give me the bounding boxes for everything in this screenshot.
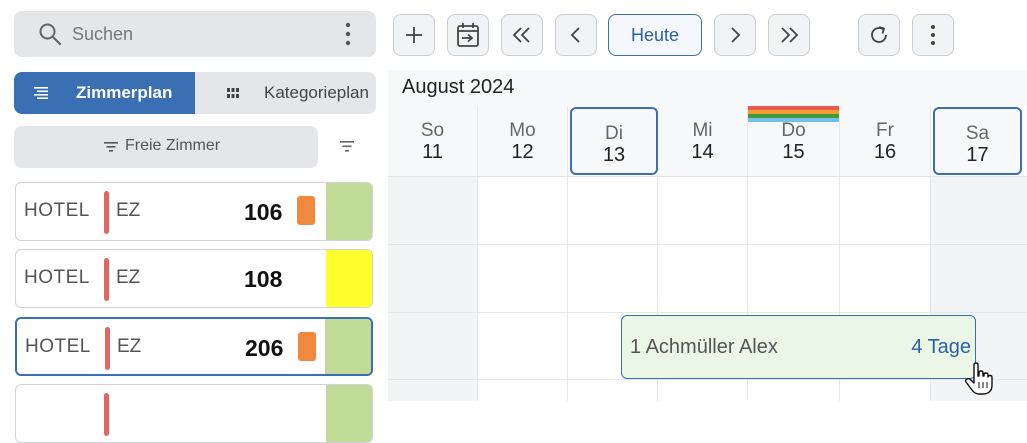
fast-back-button[interactable] xyxy=(501,14,543,56)
room-number: 206 xyxy=(245,335,284,361)
divider xyxy=(388,244,1027,245)
calendar-arrow-icon xyxy=(457,23,479,47)
room-color-bar xyxy=(104,258,109,301)
room-hotel: HOTEL xyxy=(24,267,90,288)
fast-forward-button[interactable] xyxy=(768,14,810,56)
grid-icon xyxy=(227,88,239,98)
day-column[interactable] xyxy=(478,176,568,401)
divider xyxy=(388,379,1027,380)
day-header-thursday[interactable]: Do 15 xyxy=(748,106,840,176)
day-date: 17 xyxy=(966,144,989,166)
list-icon xyxy=(34,87,48,99)
day-header-monday[interactable]: Mo 12 xyxy=(478,106,568,176)
day-name: Di xyxy=(605,123,623,144)
chevron-right-icon xyxy=(731,27,741,43)
room-status xyxy=(326,385,372,442)
goto-date-button[interactable] xyxy=(447,14,489,56)
day-header-wednesday[interactable]: Mi 14 xyxy=(658,106,748,176)
month-label: August 2024 xyxy=(402,76,515,98)
room-hotel: HOTEL xyxy=(24,200,90,221)
day-name: Mo xyxy=(509,120,536,141)
day-name: Do xyxy=(781,120,806,141)
room-category: EZ xyxy=(117,336,142,357)
day-date: 13 xyxy=(602,144,626,166)
divider xyxy=(388,176,1027,177)
more-vertical-icon[interactable] xyxy=(344,21,352,47)
booking-block[interactable]: 1 Achmüller Alex 4 Tage xyxy=(621,315,976,379)
room-row-selected[interactable]: HOTEL EZ 206 xyxy=(15,317,373,376)
today-button[interactable]: Heute xyxy=(608,14,702,56)
add-button[interactable] xyxy=(393,14,435,56)
refresh-button[interactable] xyxy=(858,14,900,56)
day-header-tuesday[interactable]: Di 13 xyxy=(570,107,658,175)
day-date: 16 xyxy=(873,141,897,163)
room-row[interactable] xyxy=(15,384,373,443)
room-status xyxy=(326,183,372,240)
day-date: 14 xyxy=(691,141,714,163)
search-box[interactable]: Suchen xyxy=(14,11,376,57)
more-vertical-icon xyxy=(931,25,935,45)
booking-duration: 4 Tage xyxy=(911,336,971,358)
double-chevron-right-icon xyxy=(781,27,799,43)
room-status xyxy=(325,319,371,374)
booking-guest: 1 Achmüller Alex xyxy=(630,336,778,358)
more-button[interactable] xyxy=(912,14,954,56)
room-color-bar xyxy=(105,327,110,370)
day-header-sunday[interactable]: So 11 xyxy=(388,106,478,176)
double-chevron-left-icon xyxy=(512,27,530,43)
day-name: Sa xyxy=(965,123,990,144)
search-input[interactable]: Suchen xyxy=(72,24,133,45)
tab-kategorieplan[interactable]: Kategorieplan xyxy=(195,72,376,114)
room-flag xyxy=(297,196,315,225)
sort-icon xyxy=(104,142,118,152)
filter-icon[interactable] xyxy=(330,136,364,158)
room-category: EZ xyxy=(116,267,141,288)
room-status xyxy=(326,250,372,307)
day-name: So xyxy=(420,120,445,141)
room-hotel: HOTEL xyxy=(25,336,91,357)
free-rooms-label: Freie Zimmer xyxy=(125,137,221,154)
tab-zimmerplan-label: Zimmerplan xyxy=(76,83,173,102)
view-switch: Zimmerplan Kategorieplan xyxy=(14,72,376,114)
forward-button[interactable] xyxy=(714,14,756,56)
chevron-left-icon xyxy=(570,27,580,43)
room-number: 106 xyxy=(244,199,283,225)
free-rooms-button[interactable]: Freie Zimmer xyxy=(14,126,318,168)
room-color-bar xyxy=(104,393,109,436)
back-button[interactable] xyxy=(555,14,597,56)
room-row[interactable]: HOTEL EZ 108 xyxy=(15,249,373,308)
tab-zimmerplan[interactable]: Zimmerplan xyxy=(14,72,195,114)
room-row[interactable]: HOTEL EZ 106 xyxy=(15,182,373,241)
hand-cursor-icon xyxy=(964,362,993,395)
day-date: 11 xyxy=(422,141,443,163)
tab-kategorieplan-label: Kategorieplan xyxy=(264,83,369,102)
day-column[interactable] xyxy=(388,176,478,401)
room-number: 108 xyxy=(244,266,283,292)
room-color-bar xyxy=(104,191,109,234)
day-name: Mi xyxy=(692,120,713,141)
room-flag xyxy=(298,332,316,361)
day-date: 12 xyxy=(511,141,534,163)
day-name: Fr xyxy=(876,120,894,141)
day-header-saturday[interactable]: Sa 17 xyxy=(933,107,1022,175)
day-date: 15 xyxy=(782,141,805,163)
divider xyxy=(388,312,1027,313)
plus-icon xyxy=(406,27,422,43)
search-icon xyxy=(39,23,62,46)
day-header-friday[interactable]: Fr 16 xyxy=(840,106,931,176)
refresh-icon xyxy=(871,26,887,43)
month-header: August 2024 xyxy=(388,70,1027,106)
room-category: EZ xyxy=(116,200,141,221)
